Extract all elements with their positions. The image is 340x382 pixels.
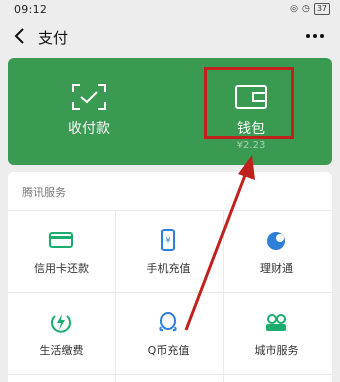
service-utility[interactable]: 生活缴费 [8,292,115,374]
status-bar: 09:12 ◎ ◷ 37 [0,0,340,20]
service-qq-coin[interactable]: Q币充值 [115,292,222,374]
service-credit-card[interactable]: 信用卡还款 [8,210,115,292]
service-label: Q币充值 [147,344,190,357]
battery-indicator: 37 [313,3,330,15]
service-city[interactable]: 城市服务 [223,292,330,374]
more-icon[interactable] [304,28,326,44]
alarm-icon: ◎ [290,4,298,14]
service-label: 城市服务 [254,344,299,357]
back-icon[interactable] [10,25,30,47]
service-wealth[interactable]: 理财通 [223,210,330,292]
clock-icon: ◷ [301,4,310,14]
divider [8,374,332,375]
service-label: 手机充值 [146,262,191,275]
tencent-services-panel: 腾讯服务 信用卡还款 ¥ 手机充值 理财通 生活缴费 Q币充值 城市服务 [8,172,332,382]
service-label: 生活缴费 [39,344,84,357]
service-label: 理财通 [260,262,293,275]
services-header: 腾讯服务 [22,186,66,199]
phone-recharge-icon: ¥ [161,229,175,251]
wealth-icon [267,232,285,250]
wallet-balance: ¥2.23 [236,140,266,151]
receive-pay-label: 收付款 [68,121,110,137]
scan-pay-icon [72,84,106,110]
status-time: 09:12 [14,3,48,16]
service-label: 信用卡还款 [34,262,89,275]
page-title: 支付 [38,29,69,47]
nav-bar: 支付 [0,20,340,54]
status-icons: ◎ ◷ 37 [290,3,330,15]
annotation-highlight-box [204,67,294,139]
utility-bill-icon [51,314,71,333]
credit-card-icon [49,232,73,248]
qq-coin-icon [159,312,177,332]
city-service-icon [266,314,286,331]
receive-pay-button[interactable]: 收付款 [8,58,170,165]
service-phone-recharge[interactable]: ¥ 手机充值 [115,210,222,292]
svg-text:¥: ¥ [165,236,170,245]
